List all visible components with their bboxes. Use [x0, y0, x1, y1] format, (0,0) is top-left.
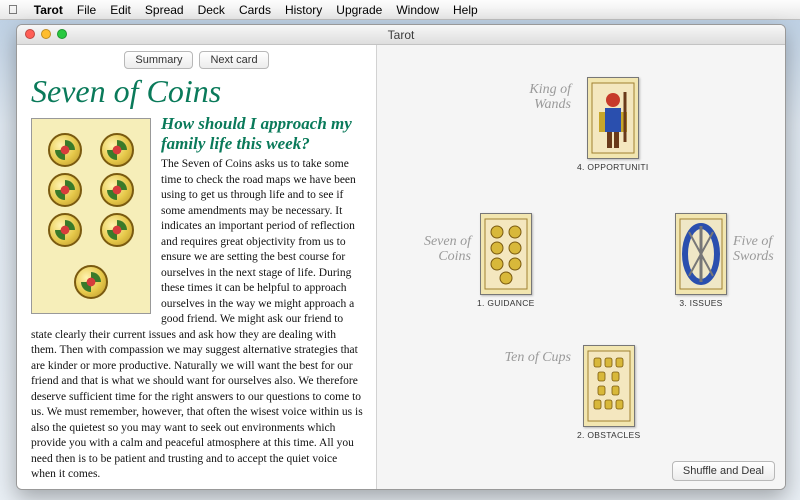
reading-toolbar: Summary Next card [17, 45, 376, 73]
summary-button[interactable]: Summary [124, 51, 193, 69]
mac-menubar:  Tarot File Edit Spread Deck Cards Hist… [0, 0, 800, 20]
card-thumb-icon [480, 213, 532, 295]
spread-card-name: Ten of Cups [501, 351, 571, 366]
coin-icon [48, 133, 82, 167]
coin-icon [100, 173, 134, 207]
spread-card-issues[interactable]: Five of Swords 3. ISSUES [675, 213, 727, 308]
card-thumb-icon [587, 77, 639, 159]
coin-icon [48, 173, 82, 207]
spread-position-label: 4. OPPORTUNITI [577, 162, 649, 172]
spread-card-name: Five of Swords [733, 235, 786, 264]
coin-icon [100, 213, 134, 247]
card-thumb-icon [675, 213, 727, 295]
window-titlebar: Tarot [17, 25, 785, 45]
menu-deck[interactable]: Deck [198, 3, 225, 17]
close-icon[interactable] [25, 29, 35, 39]
shuffle-deal-button[interactable]: Shuffle and Deal [672, 461, 775, 481]
spread-card-guidance[interactable]: Seven of Coins 1. GUIDANCE [477, 213, 535, 308]
menu-edit[interactable]: Edit [110, 3, 131, 17]
menu-app[interactable]: Tarot [34, 3, 63, 17]
menu-help[interactable]: Help [453, 3, 478, 17]
menu-spread[interactable]: Spread [145, 3, 184, 17]
spread-card-name: Seven of Coins [401, 235, 471, 264]
spread-position-label: 1. GUIDANCE [477, 298, 535, 308]
reading-body: Seven of Coins How should I approach my … [17, 73, 376, 489]
spread-card-obstacles[interactable]: Ten of Cups 2. OBSTACLES [577, 345, 640, 440]
app-window: Tarot Summary Next card Seven of Coins [16, 24, 786, 490]
card-thumb-icon [583, 345, 635, 427]
spread-position-label: 3. ISSUES [675, 298, 727, 308]
menu-upgrade[interactable]: Upgrade [336, 3, 382, 17]
spread-pane: King of Wands 4. OPPORTUNITI Seven of Co… [377, 45, 785, 489]
card-illustration [31, 118, 151, 314]
minimize-icon[interactable] [41, 29, 51, 39]
coin-icon [100, 133, 134, 167]
spread-card-name: King of Wands [501, 83, 571, 112]
zoom-icon[interactable] [57, 29, 67, 39]
window-controls [25, 29, 67, 39]
coin-icon [48, 213, 82, 247]
window-title: Tarot [388, 28, 415, 42]
reading-pane: Summary Next card Seven of Coins [17, 45, 377, 489]
window-content: Summary Next card Seven of Coins [17, 45, 785, 489]
apple-menu-icon[interactable]:  [8, 2, 18, 17]
next-card-button[interactable]: Next card [199, 51, 268, 69]
menu-window[interactable]: Window [396, 3, 439, 17]
menu-cards[interactable]: Cards [239, 3, 271, 17]
menu-file[interactable]: File [77, 3, 96, 17]
spread-card-opportunities[interactable]: King of Wands 4. OPPORTUNITI [577, 77, 649, 172]
menu-history[interactable]: History [285, 3, 322, 17]
coin-icon [74, 265, 108, 299]
spread-position-label: 2. OBSTACLES [577, 430, 640, 440]
card-title: Seven of Coins [31, 73, 364, 110]
